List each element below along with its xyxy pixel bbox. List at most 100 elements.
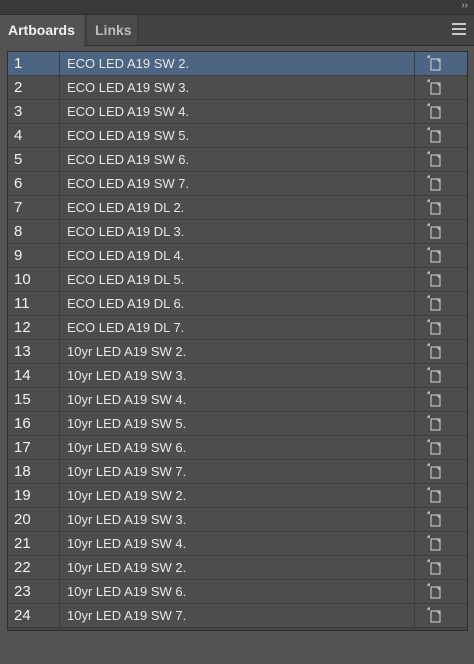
artboard-options-icon[interactable] [427, 487, 441, 503]
artboard-options-icon[interactable] [427, 55, 441, 71]
artboard-row-24[interactable]: 24 10yr LED A19 SW 7. [8, 604, 467, 628]
artboard-options-icon[interactable] [415, 124, 467, 147]
artboard-row-21[interactable]: 21 10yr LED A19 SW 4. [8, 532, 467, 556]
artboard-options-icon[interactable] [415, 364, 467, 387]
artboard-options-icon[interactable] [427, 175, 441, 191]
artboard-options-icon[interactable] [427, 367, 441, 383]
artboard-name[interactable]: ECO LED A19 SW 2. [60, 52, 415, 75]
tab-artboards[interactable]: Artboards [0, 15, 84, 46]
artboard-options-icon[interactable] [427, 199, 441, 215]
artboard-options-icon[interactable] [427, 295, 441, 311]
artboard-name[interactable]: 10yr LED A19 SW 3. [60, 364, 415, 387]
artboard-row-2[interactable]: 2 ECO LED A19 SW 3. [8, 76, 467, 100]
artboard-name[interactable]: ECO LED A19 DL 7. [60, 316, 415, 339]
artboard-name[interactable]: ECO LED A19 SW 5. [60, 124, 415, 147]
artboard-options-icon[interactable] [427, 343, 441, 359]
artboard-options-icon[interactable] [415, 460, 467, 483]
artboard-options-icon[interactable] [427, 247, 441, 263]
artboard-options-icon[interactable] [427, 391, 441, 407]
artboard-options-icon[interactable] [415, 340, 467, 363]
artboard-options-icon[interactable] [415, 244, 467, 267]
artboard-row-3[interactable]: 3 ECO LED A19 SW 4. [8, 100, 467, 124]
artboard-options-icon[interactable] [427, 223, 441, 239]
artboard-row-9[interactable]: 9 ECO LED A19 DL 4. [8, 244, 467, 268]
artboard-name[interactable]: ECO LED A19 SW 6. [60, 148, 415, 171]
artboard-row-1[interactable]: 1 ECO LED A19 SW 2. [8, 52, 467, 76]
artboard-name[interactable]: ECO LED A19 SW 4. [60, 100, 415, 123]
artboard-name[interactable]: ECO LED A19 DL 5. [60, 268, 415, 291]
artboard-options-icon[interactable] [415, 196, 467, 219]
artboard-list[interactable]: 1 ECO LED A19 SW 2. 2 ECO LED A19 SW 3. … [7, 51, 468, 631]
artboard-options-icon[interactable] [415, 220, 467, 243]
artboard-name[interactable]: 10yr LED A19 SW 2. [60, 556, 415, 579]
artboard-options-icon[interactable] [427, 319, 441, 335]
artboard-name[interactable]: 10yr LED A19 SW 4. [60, 532, 415, 555]
artboard-name[interactable]: 10yr LED A19 SW 2. [60, 484, 415, 507]
artboard-options-icon[interactable] [427, 271, 441, 287]
artboard-name[interactable]: ECO LED A19 DL 3. [60, 220, 415, 243]
artboard-name[interactable]: ECO LED A19 SW 3. [60, 76, 415, 99]
artboard-options-icon[interactable] [427, 151, 441, 167]
artboard-options-icon[interactable] [427, 535, 441, 551]
artboard-options-icon[interactable] [427, 463, 441, 479]
artboard-options-icon[interactable] [427, 103, 441, 119]
artboard-name[interactable]: ECO LED A19 DL 4. [60, 244, 415, 267]
artboard-options-icon[interactable] [415, 388, 467, 411]
artboard-row-15[interactable]: 15 10yr LED A19 SW 4. [8, 388, 467, 412]
artboard-options-icon[interactable] [415, 76, 467, 99]
artboard-options-icon[interactable] [415, 172, 467, 195]
artboard-options-icon[interactable] [427, 583, 441, 599]
artboard-options-icon[interactable] [427, 415, 441, 431]
artboard-row-11[interactable]: 11 ECO LED A19 DL 6. [8, 292, 467, 316]
artboard-name[interactable]: 10yr LED A19 SW 4. [60, 388, 415, 411]
artboard-row-22[interactable]: 22 10yr LED A19 SW 2. [8, 556, 467, 580]
artboard-options-icon[interactable] [415, 52, 467, 75]
hamburger-menu-icon[interactable] [452, 23, 466, 35]
artboard-options-icon[interactable] [427, 559, 441, 575]
artboard-row-10[interactable]: 10 ECO LED A19 DL 5. [8, 268, 467, 292]
artboard-options-icon[interactable] [415, 508, 467, 531]
artboard-options-icon[interactable] [415, 316, 467, 339]
artboard-name[interactable]: 10yr LED A19 SW 5. [60, 412, 415, 435]
artboard-row-4[interactable]: 4 ECO LED A19 SW 5. [8, 124, 467, 148]
artboard-options-icon[interactable] [415, 436, 467, 459]
artboard-name[interactable]: 10yr LED A19 SW 6. [60, 436, 415, 459]
artboard-name[interactable]: ECO LED A19 DL 2. [60, 196, 415, 219]
artboard-options-icon[interactable] [427, 79, 441, 95]
collapse-panel-button[interactable]: ›› [461, 0, 468, 14]
artboard-name[interactable]: ECO LED A19 DL 6. [60, 292, 415, 315]
artboard-row-8[interactable]: 8 ECO LED A19 DL 3. [8, 220, 467, 244]
artboard-row-14[interactable]: 14 10yr LED A19 SW 3. [8, 364, 467, 388]
artboard-options-icon[interactable] [415, 292, 467, 315]
artboard-name[interactable]: 10yr LED A19 SW 3. [60, 508, 415, 531]
artboard-name[interactable]: 10yr LED A19 SW 7. [60, 460, 415, 483]
artboard-options-icon[interactable] [415, 556, 467, 579]
artboard-row-16[interactable]: 16 10yr LED A19 SW 5. [8, 412, 467, 436]
artboard-row-20[interactable]: 20 10yr LED A19 SW 3. [8, 508, 467, 532]
artboard-row-18[interactable]: 18 10yr LED A19 SW 7. [8, 460, 467, 484]
artboard-options-icon[interactable] [415, 604, 467, 627]
artboard-options-icon[interactable] [415, 100, 467, 123]
artboard-options-icon[interactable] [427, 439, 441, 455]
artboard-name[interactable]: 10yr LED A19 SW 2. [60, 340, 415, 363]
artboard-name[interactable]: 10yr LED A19 SW 7. [60, 604, 415, 627]
artboard-options-icon[interactable] [427, 511, 441, 527]
artboard-row-6[interactable]: 6 ECO LED A19 SW 7. [8, 172, 467, 196]
artboard-row-7[interactable]: 7 ECO LED A19 DL 2. [8, 196, 467, 220]
artboard-options-icon[interactable] [415, 268, 467, 291]
artboard-options-icon[interactable] [427, 607, 441, 623]
artboard-row-12[interactable]: 12 ECO LED A19 DL 7. [8, 316, 467, 340]
artboard-name[interactable]: ECO LED A19 SW 7. [60, 172, 415, 195]
artboard-options-icon[interactable] [415, 148, 467, 171]
artboard-options-icon[interactable] [415, 484, 467, 507]
artboard-row-17[interactable]: 17 10yr LED A19 SW 6. [8, 436, 467, 460]
artboard-row-23[interactable]: 23 10yr LED A19 SW 6. [8, 580, 467, 604]
artboard-row-5[interactable]: 5 ECO LED A19 SW 6. [8, 148, 467, 172]
tab-links[interactable]: Links [86, 15, 138, 45]
artboard-row-19[interactable]: 19 10yr LED A19 SW 2. [8, 484, 467, 508]
artboard-row-13[interactable]: 13 10yr LED A19 SW 2. [8, 340, 467, 364]
artboard-options-icon[interactable] [415, 580, 467, 603]
artboard-name[interactable]: 10yr LED A19 SW 6. [60, 580, 415, 603]
artboard-options-icon[interactable] [415, 412, 467, 435]
artboard-options-icon[interactable] [415, 532, 467, 555]
